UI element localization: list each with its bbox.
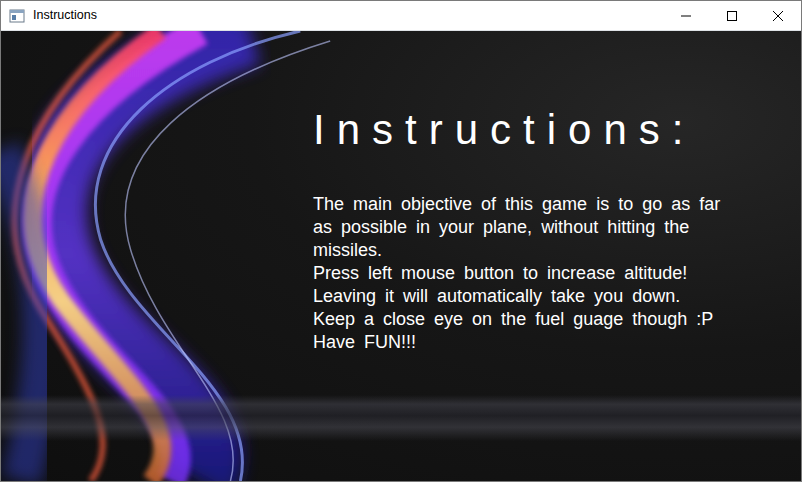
minimize-button[interactable]	[663, 1, 709, 31]
minimize-icon	[681, 11, 691, 21]
instructions-text: The main objective of this game is to go…	[313, 193, 795, 354]
app-window: Instructions Instructions: The main object…	[0, 0, 802, 482]
instruction-line: Leaving it will automatically take you d…	[313, 285, 795, 308]
instruction-line: Have FUN!!!	[313, 331, 795, 354]
window-controls	[663, 1, 801, 31]
game-screen: Instructions: The main objective of this …	[1, 31, 801, 481]
light-band	[1, 395, 801, 441]
instruction-line: as possible in your plane, without hitti…	[313, 216, 795, 239]
title-bar: Instructions	[1, 1, 801, 31]
close-button[interactable]	[755, 1, 801, 31]
maximize-button[interactable]	[709, 1, 755, 31]
instructions-heading: Instructions:	[313, 105, 795, 155]
instruction-line: Keep a close eye on the fuel guage thoug…	[313, 308, 795, 331]
instruction-line: Press left mouse button to increase alti…	[313, 262, 795, 285]
close-icon	[773, 11, 783, 21]
app-icon	[9, 8, 25, 24]
instruction-line: missiles.	[313, 239, 795, 262]
instruction-line: The main objective of this game is to go…	[313, 193, 795, 216]
window-title: Instructions	[25, 6, 97, 25]
instructions-panel: Instructions: The main objective of this …	[1, 31, 801, 354]
maximize-icon	[727, 11, 737, 21]
